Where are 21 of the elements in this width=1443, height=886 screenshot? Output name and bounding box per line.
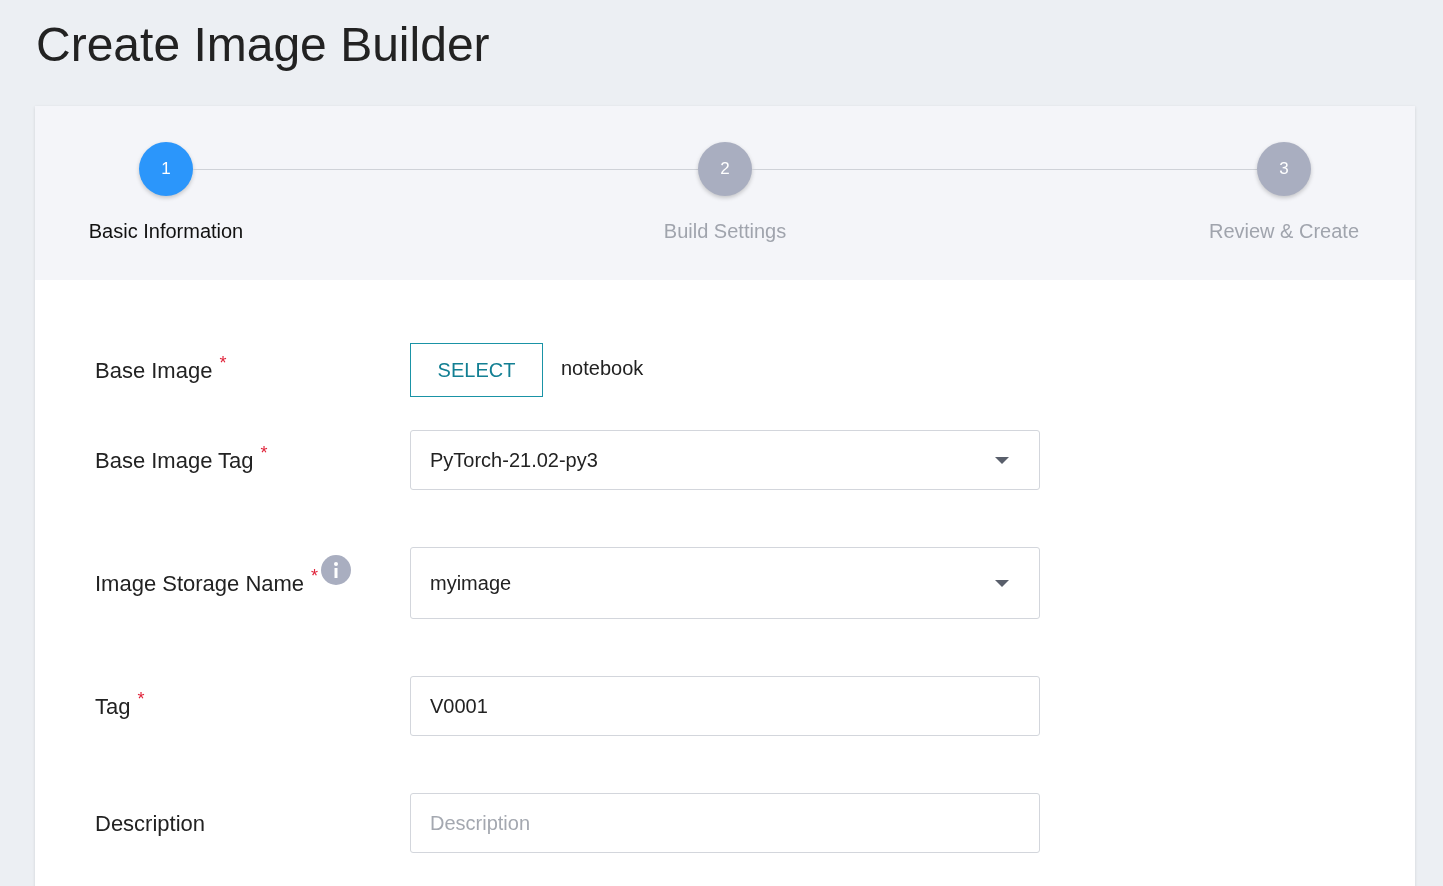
field-label: Description xyxy=(95,809,206,838)
selected-image-text: notebook xyxy=(561,356,644,381)
field-label: Image Storage Name xyxy=(95,569,305,598)
required-mark: * xyxy=(260,441,268,465)
step-label: Review & Create xyxy=(1208,219,1360,244)
dropdown-field[interactable]: PyTorch-21.02-py3 xyxy=(410,430,1040,490)
text-input[interactable]: V0001 xyxy=(410,676,1040,736)
select-button[interactable]: SELECT xyxy=(410,343,543,397)
required-mark: * xyxy=(311,564,319,588)
field-label: Base Image Tag xyxy=(95,446,254,475)
step-label: Build Settings xyxy=(663,219,787,244)
text-input[interactable]: Description xyxy=(410,793,1040,853)
caret-icon xyxy=(994,456,1010,464)
required-mark: * xyxy=(219,351,227,375)
page-title: Create Image Builder xyxy=(36,17,491,73)
dropdown-field[interactable]: myimage xyxy=(410,547,1040,619)
step-label: Basic Information xyxy=(88,219,244,244)
caret-icon xyxy=(994,579,1010,587)
field-label: Tag xyxy=(95,692,131,721)
required-mark: * xyxy=(137,687,145,711)
field-label: Base Image xyxy=(95,356,213,385)
